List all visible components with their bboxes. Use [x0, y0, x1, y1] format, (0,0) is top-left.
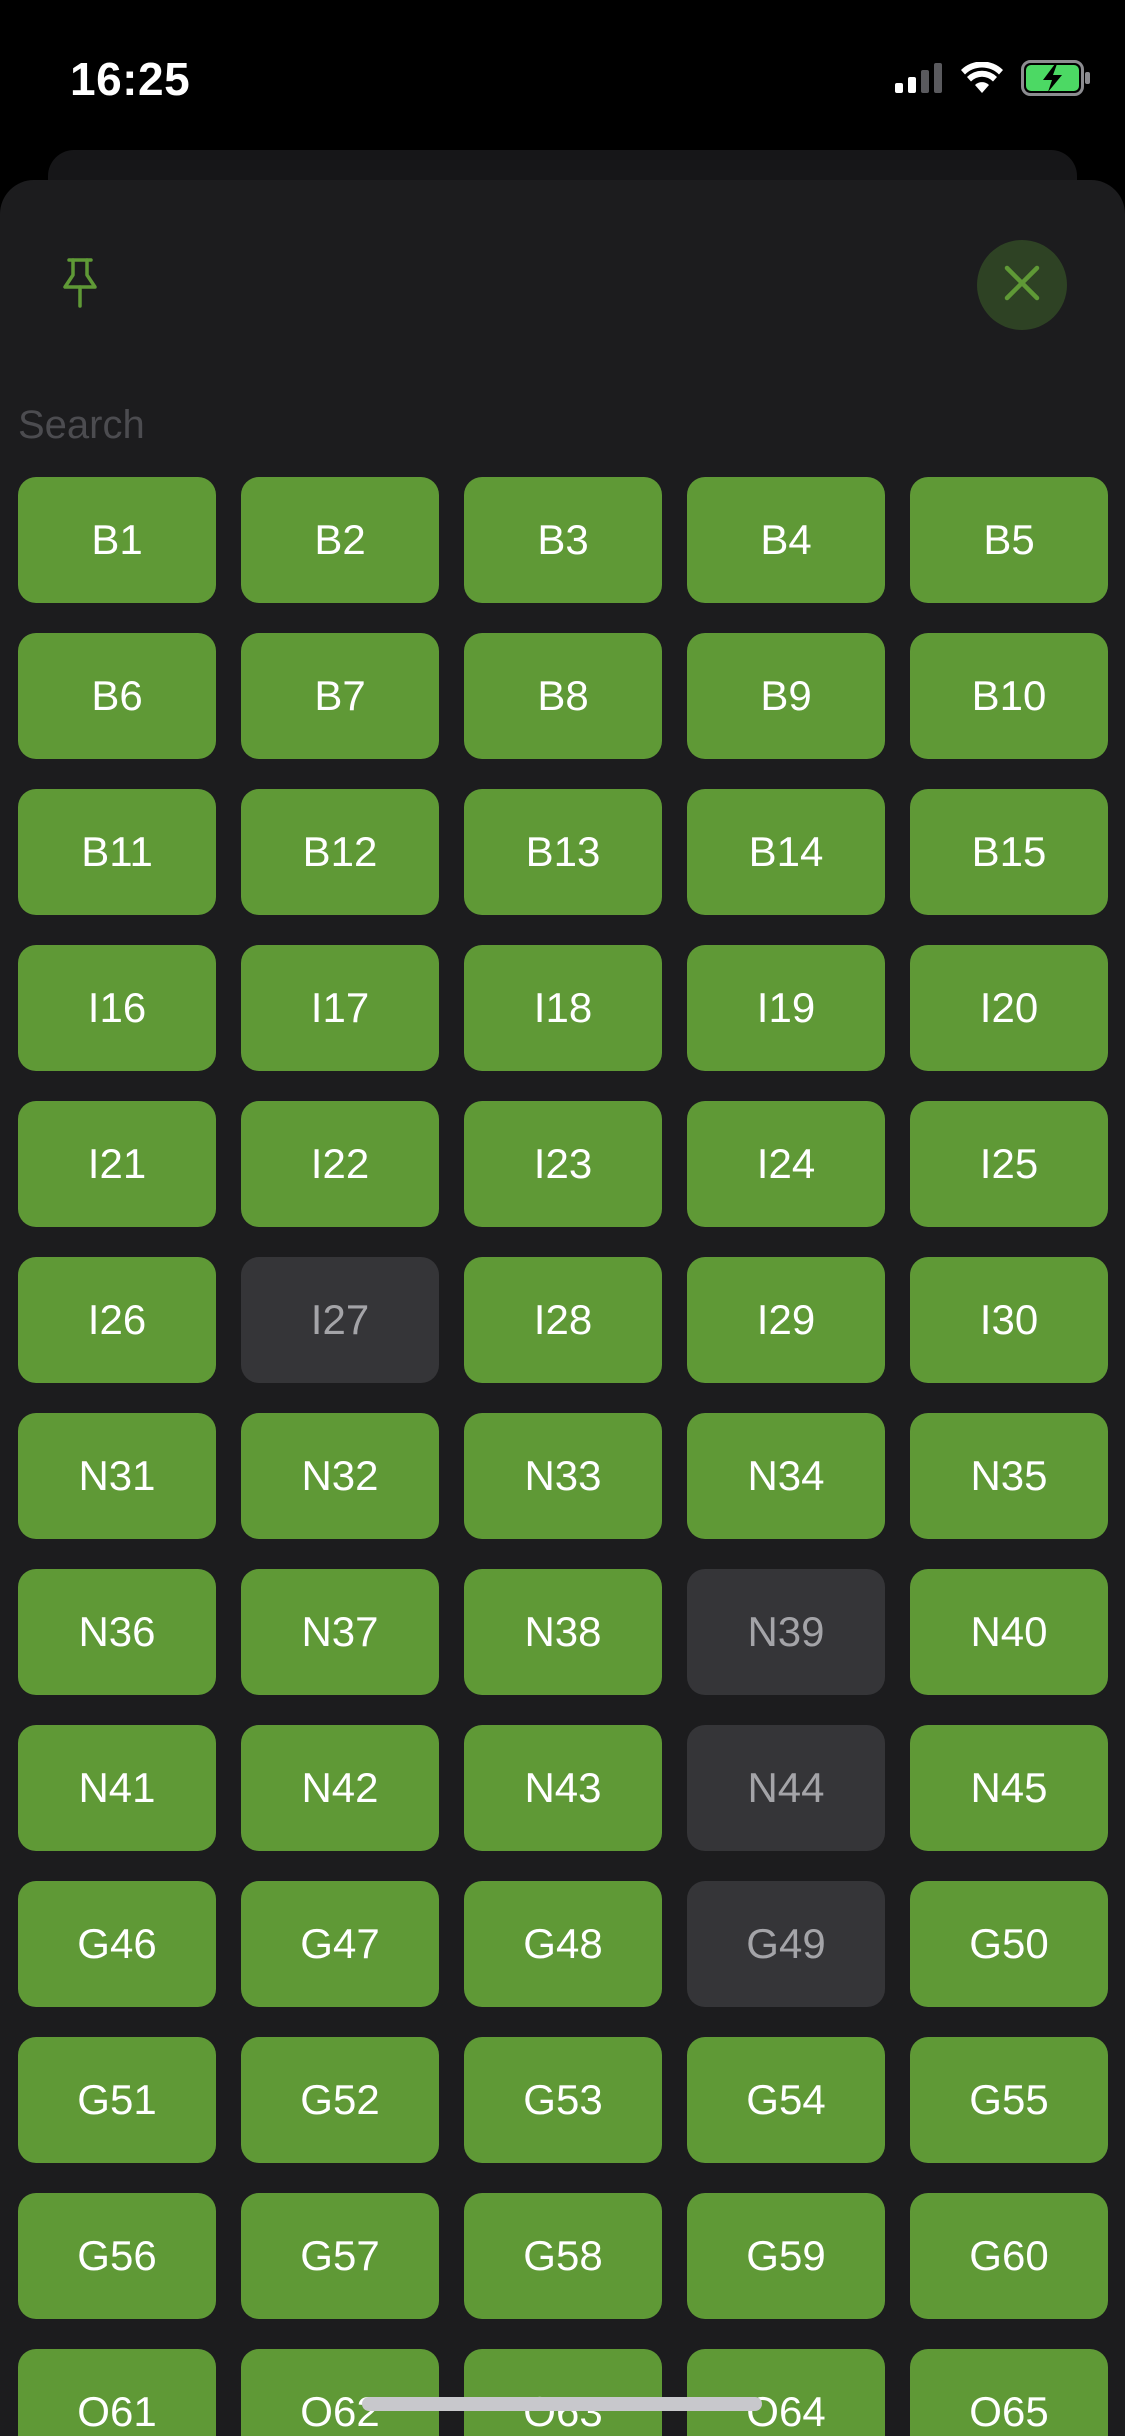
status-icons [895, 59, 1091, 101]
number-tile-i29[interactable]: I29 [687, 1257, 885, 1383]
number-tile-i24[interactable]: I24 [687, 1101, 885, 1227]
pin-button[interactable] [50, 250, 110, 320]
number-tile-n35[interactable]: N35 [910, 1413, 1108, 1539]
number-tile-n34[interactable]: N34 [687, 1413, 885, 1539]
number-tile-b15[interactable]: B15 [910, 789, 1108, 915]
number-tile-i16[interactable]: I16 [18, 945, 216, 1071]
number-tile-b11[interactable]: B11 [18, 789, 216, 915]
cellular-signal-icon [895, 62, 943, 98]
number-tile-b7[interactable]: B7 [241, 633, 439, 759]
number-tile-g60[interactable]: G60 [910, 2193, 1108, 2319]
close-button[interactable] [977, 240, 1067, 330]
number-tile-g58[interactable]: G58 [464, 2193, 662, 2319]
number-tile-i28[interactable]: I28 [464, 1257, 662, 1383]
number-tile-n42[interactable]: N42 [241, 1725, 439, 1851]
number-tile-g50[interactable]: G50 [910, 1881, 1108, 2007]
number-tile-i26[interactable]: I26 [18, 1257, 216, 1383]
number-tile-n41[interactable]: N41 [18, 1725, 216, 1851]
close-icon [1004, 265, 1040, 306]
pin-icon [60, 257, 100, 314]
number-tile-o64[interactable]: O64 [687, 2349, 885, 2436]
number-tile-g49[interactable]: G49 [687, 1881, 885, 2007]
number-picker-sheet: B1B2B3B4B5B6B7B8B9B10B11B12B13B14B15I16I… [0, 180, 1125, 2436]
number-tile-i23[interactable]: I23 [464, 1101, 662, 1227]
status-bar: 16:25 [0, 0, 1125, 150]
number-tile-b12[interactable]: B12 [241, 789, 439, 915]
search-input[interactable] [18, 390, 1108, 460]
number-tile-b4[interactable]: B4 [687, 477, 885, 603]
number-tile-i30[interactable]: I30 [910, 1257, 1108, 1383]
number-tile-g46[interactable]: G46 [18, 1881, 216, 2007]
number-tile-b10[interactable]: B10 [910, 633, 1108, 759]
number-tile-g54[interactable]: G54 [687, 2037, 885, 2163]
number-tile-n36[interactable]: N36 [18, 1569, 216, 1695]
number-tile-b3[interactable]: B3 [464, 477, 662, 603]
number-tile-n38[interactable]: N38 [464, 1569, 662, 1695]
number-tile-b9[interactable]: B9 [687, 633, 885, 759]
number-tile-o63[interactable]: O63 [464, 2349, 662, 2436]
number-tile-b2[interactable]: B2 [241, 477, 439, 603]
number-tile-i19[interactable]: I19 [687, 945, 885, 1071]
number-tile-g51[interactable]: G51 [18, 2037, 216, 2163]
number-tile-b6[interactable]: B6 [18, 633, 216, 759]
battery-charging-icon [1021, 59, 1091, 101]
number-tile-g47[interactable]: G47 [241, 1881, 439, 2007]
number-tile-g55[interactable]: G55 [910, 2037, 1108, 2163]
number-tile-i21[interactable]: I21 [18, 1101, 216, 1227]
wifi-icon [961, 60, 1003, 99]
number-tile-n33[interactable]: N33 [464, 1413, 662, 1539]
number-tile-g57[interactable]: G57 [241, 2193, 439, 2319]
number-tile-n31[interactable]: N31 [18, 1413, 216, 1539]
home-indicator [362, 2397, 762, 2411]
number-tile-i18[interactable]: I18 [464, 945, 662, 1071]
number-tile-n45[interactable]: N45 [910, 1725, 1108, 1851]
number-tile-b8[interactable]: B8 [464, 633, 662, 759]
number-tile-o62[interactable]: O62 [241, 2349, 439, 2436]
number-tile-b1[interactable]: B1 [18, 477, 216, 603]
number-tile-g59[interactable]: G59 [687, 2193, 885, 2319]
number-grid: B1 B2 B3 B4 B5 B6 B7 B8 B9 B10 B11 B12 B13 B14 B15 I16 I… [18, 477, 1108, 2436]
number-tile-i25[interactable]: I25 [910, 1101, 1108, 1227]
number-tile-b14[interactable]: B14 [687, 789, 885, 915]
number-tile-n32[interactable]: N32 [241, 1413, 439, 1539]
number-tile-n43[interactable]: N43 [464, 1725, 662, 1851]
number-tile-n39[interactable]: N39 [687, 1569, 885, 1695]
number-tile-g53[interactable]: G53 [464, 2037, 662, 2163]
number-tile-i27[interactable]: I27 [241, 1257, 439, 1383]
number-tile-i22[interactable]: I22 [241, 1101, 439, 1227]
app-screen: 16:25 Search B1 B2 B3 B4 B5 B6 B7 B8 B9 … [0, 0, 1125, 2436]
number-tile-o61[interactable]: O61 [18, 2349, 216, 2436]
number-tile-b13[interactable]: B13 [464, 789, 662, 915]
number-tile-i20[interactable]: I20 [910, 945, 1108, 1071]
number-tile-i17[interactable]: I17 [241, 945, 439, 1071]
number-tile-n37[interactable]: N37 [241, 1569, 439, 1695]
number-tile-n44[interactable]: N44 [687, 1725, 885, 1851]
number-tile-o65[interactable]: O65 [910, 2349, 1108, 2436]
number-tile-n40[interactable]: N40 [910, 1569, 1108, 1695]
status-time: 16:25 [70, 53, 191, 105]
number-tile-b5[interactable]: B5 [910, 477, 1108, 603]
number-tile-g48[interactable]: G48 [464, 1881, 662, 2007]
number-tile-g56[interactable]: G56 [18, 2193, 216, 2319]
number-tile-g52[interactable]: G52 [241, 2037, 439, 2163]
